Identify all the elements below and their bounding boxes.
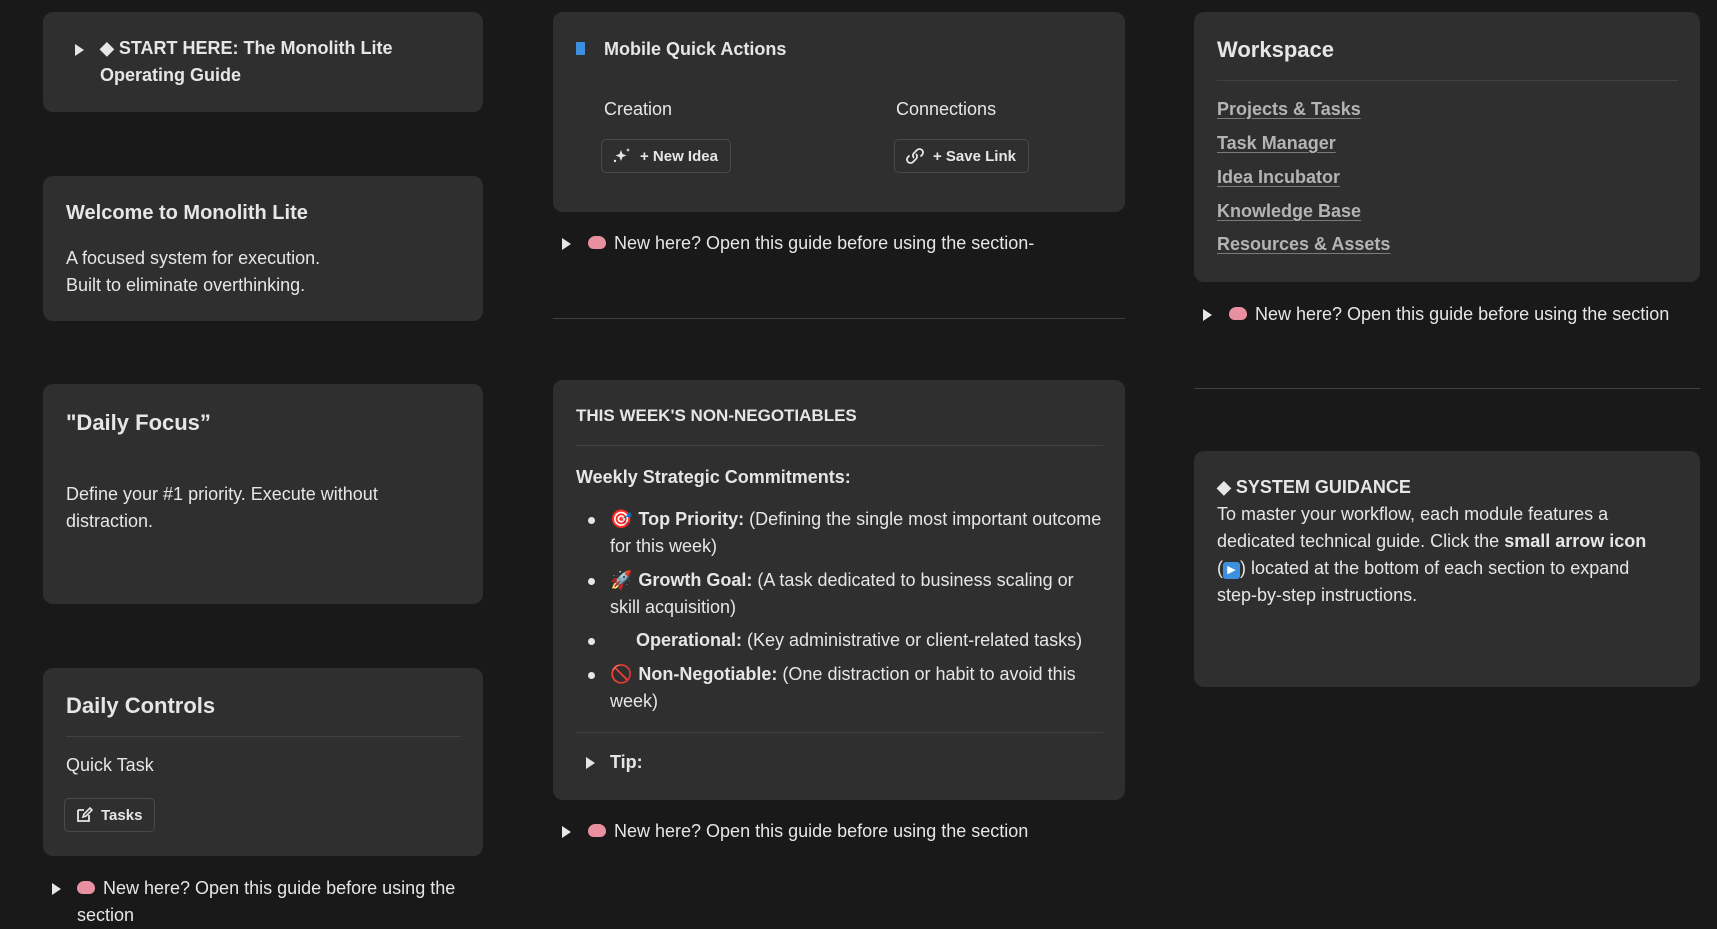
mobile-title: Mobile Quick Actions [604,39,787,59]
commitment-non-negotiable: 🚫 Non-Negotiable: (One distraction or hab… [610,661,1105,715]
toggle-arrow-icon[interactable] [586,757,595,769]
divider [576,445,1103,446]
divider [1217,80,1678,81]
edit-icon [77,806,93,822]
start-here-title[interactable]: ◆ START HERE: The Monolith Lite Operatin… [100,35,470,89]
commitment-label: Growth Goal: [638,570,753,590]
guide-toggle-label: New here? Open this guide before using t… [77,878,456,925]
quick-task-label: Quick Task [66,755,154,775]
bookmark-icon [576,42,585,55]
bullet [588,517,595,524]
guide-toggle-label: New here? Open this guide before using t… [614,233,1035,253]
bullet [588,578,595,585]
daily-controls-card: Daily Controls Quick Task Tasks [43,668,483,856]
creation-label: Creation [604,99,673,119]
toggle-arrow-icon[interactable] [562,238,571,250]
tip-toggle[interactable]: Tip: [610,749,643,776]
rocket-icon: 🚀 [610,570,633,590]
target-icon: 🎯 [610,509,633,529]
bullet [588,672,595,679]
daily-focus-card: "Daily Focus” Define your #1 priority. E… [43,384,483,604]
workspace-title: Workspace [1217,37,1334,62]
brain-icon [588,235,606,249]
bullet [588,638,595,645]
commitment-label: Top Priority: [638,509,745,529]
save-link-button[interactable]: + Save Link [894,139,1029,173]
commitment-label: Operational: [636,630,743,650]
link-task-manager[interactable]: Task Manager [1217,133,1336,154]
daily-controls-title: Daily Controls [66,693,216,718]
tasks-button[interactable]: Tasks [64,798,156,832]
new-idea-label: + New Idea [640,147,718,165]
non-negotiables-card: THIS WEEK'S NON-NEGOTIABLES Weekly Strat… [553,380,1125,800]
link-projects-tasks[interactable]: Projects & Tasks [1217,99,1361,120]
toggle-arrow-icon[interactable] [562,826,571,838]
welcome-title: Welcome to Monolith Lite [66,202,308,224]
link-knowledge-base[interactable]: Knowledge Base [1217,201,1361,222]
toggle-arrow-icon[interactable] [1203,309,1212,321]
section-divider [1194,388,1700,389]
guide-toggle-text: New here? Open this guide before using t… [588,818,1128,845]
section-divider [553,318,1125,319]
commitment-growth-goal: 🚀 Growth Goal: (A task dedicated to busin… [610,567,1105,621]
welcome-line-2: Built to eliminate overthinking. [66,275,306,295]
link-resources-assets[interactable]: Resources & Assets [1217,234,1390,255]
guide-toggle-text: New here? Open this guide before using t… [588,230,1128,257]
prohibited-icon: 🚫 [610,664,633,684]
commitment-top-priority: 🎯 Top Priority: (Defining the single most… [610,506,1105,560]
brain-icon [588,823,606,837]
toggle-arrow-icon[interactable] [52,883,61,895]
guidance-text: ) located at the bottom of each section … [1217,558,1630,605]
divider [576,732,1103,733]
connections-label: Connections [896,99,997,119]
daily-focus-body: Define your #1 priority. Execute without… [66,484,378,531]
start-here-card: ◆ START HERE: The Monolith Lite Operatin… [43,12,483,112]
link-idea-incubator[interactable]: Idea Incubator [1217,167,1340,188]
link-icon [906,148,924,164]
welcome-card: Welcome to Monolith Lite A focused syste… [43,176,483,321]
play-button-icon: ▶ [1223,562,1240,579]
new-idea-button[interactable]: + New Idea [601,139,731,173]
save-link-label: + Save Link [933,147,1016,165]
guide-toggle-label: New here? Open this guide before using t… [1255,304,1670,324]
commitment-label: Non-Negotiable: [638,664,778,684]
system-guidance-card: ◆ SYSTEM GUIDANCE To master your workflo… [1194,451,1700,687]
brain-icon [1229,306,1247,320]
non-negotiables-title: THIS WEEK'S NON-NEGOTIABLES [576,406,857,425]
brain-icon [77,880,95,894]
tasks-button-label: Tasks [101,806,143,824]
guide-toggle-label: New here? Open this guide before using t… [614,821,1029,841]
toggle-arrow-icon[interactable] [75,44,84,56]
commitment-operational: Operational: (Key administrative or clie… [610,627,1105,654]
divider [66,736,461,737]
mobile-quick-actions-card: Mobile Quick Actions Creation Connection… [553,12,1125,212]
welcome-line-1: A focused system for execution. [66,248,321,268]
guidance-title: ◆ SYSTEM GUIDANCE [1217,477,1411,497]
weekly-commitments-subtitle: Weekly Strategic Commitments: [576,467,851,487]
guidance-bold: small arrow icon [1504,531,1647,551]
sparkles-icon [613,148,630,163]
daily-focus-title: "Daily Focus” [66,410,211,435]
guide-toggle-text: New here? Open this guide before using t… [77,875,477,929]
guidance-body: To master your workflow, each module fea… [1217,501,1652,609]
guide-toggle-text: New here? Open this guide before using t… [1229,301,1709,328]
commitment-text: (Key administrative or client-related ta… [742,630,1083,650]
